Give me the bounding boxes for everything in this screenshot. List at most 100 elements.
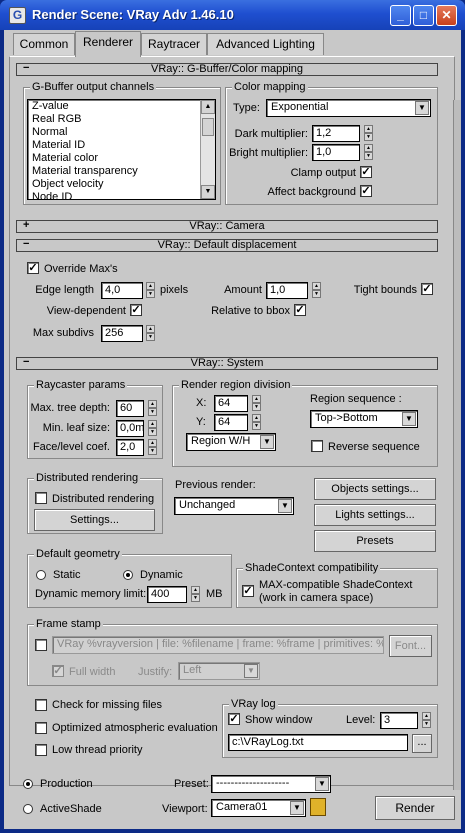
tab-raytracer[interactable]: Raytracer xyxy=(141,33,207,55)
tight-bounds-checkbox[interactable]: ✓ xyxy=(421,283,433,295)
chevron-down-icon[interactable]: ▼ xyxy=(402,412,416,426)
browse-log-button[interactable]: ... xyxy=(412,734,432,753)
max-tree-depth-spinner[interactable]: ▲ ▼ xyxy=(148,400,157,417)
activeshade-label: ActiveShade xyxy=(40,803,102,815)
objects-settings-button[interactable]: Objects settings... xyxy=(314,478,436,500)
clamp-output-checkbox[interactable]: ✓ xyxy=(360,166,372,178)
chevron-down-icon[interactable]: ▼ xyxy=(260,435,274,449)
min-leaf-size-input[interactable]: 0,0m xyxy=(116,420,144,437)
rollout-displacement[interactable]: − VRay:: Default displacement xyxy=(16,239,438,252)
list-item[interactable]: Z-value xyxy=(28,100,215,113)
minimize-button[interactable]: _ xyxy=(390,5,411,26)
face-level-coef-spinner[interactable]: ▲ ▼ xyxy=(148,439,157,456)
low-thread-priority-checkbox[interactable] xyxy=(35,744,47,756)
tab-renderer[interactable]: Renderer xyxy=(75,31,141,57)
render-button[interactable]: Render xyxy=(375,796,455,820)
chevron-down-icon[interactable]: ▼ xyxy=(278,499,292,513)
gbuffer-channel-list[interactable]: Z-value Real RGB Normal Material ID Mate… xyxy=(27,99,216,200)
list-scrollbar[interactable]: ▲ ▼ xyxy=(200,100,215,199)
title-bar[interactable]: G Render Scene: VRay Adv 1.46.10 _ □ ✕ xyxy=(0,0,465,30)
rollout-gbuffer[interactable]: − VRay:: G-Buffer/Color mapping xyxy=(16,63,438,76)
bright-multiplier-input[interactable]: 1,0 xyxy=(312,144,360,161)
panel-scrollbar[interactable] xyxy=(453,100,461,790)
chevron-down-icon[interactable]: ▼ xyxy=(315,777,329,791)
distributed-rendering-checkbox[interactable] xyxy=(35,492,47,504)
scroll-down-icon[interactable]: ▼ xyxy=(201,185,215,199)
rollout-camera[interactable]: + VRay:: Camera xyxy=(16,220,438,233)
bright-multiplier-spinner[interactable]: ▲ ▼ xyxy=(364,144,373,161)
vray-log-title: VRay log xyxy=(229,698,278,710)
scroll-thumb[interactable] xyxy=(202,118,214,136)
lights-settings-button[interactable]: Lights settings... xyxy=(314,504,436,526)
viewport-dropdown[interactable]: Camera01 ▼ xyxy=(211,799,306,817)
list-item[interactable]: Material color xyxy=(28,152,215,165)
font-button[interactable]: Font... xyxy=(389,635,432,657)
distributed-settings-button[interactable]: Settings... xyxy=(34,509,155,531)
list-item[interactable]: Real RGB xyxy=(28,113,215,126)
list-item[interactable]: Material transparency xyxy=(28,165,215,178)
override-max-label: Override Max's xyxy=(44,263,118,275)
log-level-spinner[interactable]: ▲ ▼ xyxy=(422,712,431,729)
show-window-checkbox[interactable]: ✓ xyxy=(228,713,240,725)
region-x-spinner[interactable]: ▲ ▼ xyxy=(252,395,261,412)
region-y-spinner[interactable]: ▲ ▼ xyxy=(252,414,261,431)
close-button[interactable]: ✕ xyxy=(436,5,457,26)
memory-limit-input[interactable]: 400 xyxy=(147,586,187,603)
log-path-input[interactable]: c:\VRayLog.txt xyxy=(228,734,408,751)
frame-stamp-text-input[interactable]: VRay %vrayversion | file: %filename | fr… xyxy=(52,636,384,654)
presets-button[interactable]: Presets xyxy=(314,530,436,552)
affect-background-checkbox[interactable]: ✓ xyxy=(360,185,372,197)
rollout-system[interactable]: − VRay:: System xyxy=(16,357,438,370)
static-radio[interactable] xyxy=(36,570,46,580)
expand-icon: + xyxy=(23,219,30,231)
region-sequence-dropdown[interactable]: Top->Bottom ▼ xyxy=(310,410,418,428)
preset-label: Preset: xyxy=(174,778,209,790)
dynamic-radio[interactable] xyxy=(123,570,133,580)
list-item[interactable]: Material ID xyxy=(28,139,215,152)
edge-length-spinner[interactable]: ▲ ▼ xyxy=(146,282,155,299)
max-subdivs-spinner[interactable]: ▲ ▼ xyxy=(146,325,155,342)
check-missing-files-checkbox[interactable] xyxy=(35,699,47,711)
log-level-input[interactable]: 3 xyxy=(380,712,418,729)
chevron-down-icon[interactable]: ▼ xyxy=(244,664,258,678)
list-item[interactable]: Object velocity xyxy=(28,178,215,191)
reverse-sequence-checkbox[interactable] xyxy=(311,440,323,452)
optimized-atmospheric-checkbox[interactable] xyxy=(35,722,47,734)
max-subdivs-input[interactable]: 256 xyxy=(101,325,143,342)
previous-render-dropdown[interactable]: Unchanged ▼ xyxy=(174,497,294,515)
chevron-down-icon[interactable]: ▼ xyxy=(290,801,304,815)
frame-stamp-checkbox[interactable] xyxy=(35,639,47,651)
edge-length-input[interactable]: 4,0 xyxy=(101,282,143,299)
tab-common[interactable]: Common xyxy=(13,33,75,55)
region-x-input[interactable]: 64 xyxy=(214,395,248,412)
maximize-button[interactable]: □ xyxy=(413,5,434,26)
type-dropdown[interactable]: Exponential ▼ xyxy=(266,99,431,117)
region-mode-dropdown[interactable]: Region W/H ▼ xyxy=(186,433,276,451)
dark-multiplier-spinner[interactable]: ▲ ▼ xyxy=(364,125,373,142)
list-item[interactable]: Normal xyxy=(28,126,215,139)
override-max-checkbox[interactable]: ✓ xyxy=(27,262,39,274)
justify-dropdown[interactable]: Left ▼ xyxy=(178,662,260,680)
full-width-checkbox[interactable]: ✓ xyxy=(52,665,64,677)
preset-dropdown[interactable]: -------------------- ▼ xyxy=(211,775,331,793)
max-tree-depth-input[interactable]: 60 xyxy=(116,400,144,417)
dark-multiplier-input[interactable]: 1,2 xyxy=(312,125,360,142)
view-dependent-checkbox[interactable]: ✓ xyxy=(130,304,142,316)
lock-icon[interactable] xyxy=(310,798,326,816)
region-y-input[interactable]: 64 xyxy=(214,414,248,431)
amount-spinner[interactable]: ▲ ▼ xyxy=(312,282,321,299)
min-leaf-size-spinner[interactable]: ▲ ▼ xyxy=(148,420,157,437)
scroll-up-icon[interactable]: ▲ xyxy=(201,100,215,114)
list-item[interactable]: Node ID xyxy=(28,191,215,199)
chevron-down-icon[interactable]: ▼ xyxy=(415,101,429,115)
activeshade-radio[interactable] xyxy=(23,804,33,814)
face-level-coef-input[interactable]: 2,0 xyxy=(116,439,144,456)
tab-advanced-lighting[interactable]: Advanced Lighting xyxy=(207,33,324,55)
relative-bbox-checkbox[interactable]: ✓ xyxy=(294,304,306,316)
amount-input[interactable]: 1,0 xyxy=(266,282,308,299)
shadecontext-checkbox[interactable]: ✓ xyxy=(242,585,254,597)
region-mode-value: Region W/H xyxy=(191,435,251,447)
max-subdivs-label: Max subdivs xyxy=(32,327,94,339)
production-radio[interactable] xyxy=(23,779,33,789)
memory-limit-spinner[interactable]: ▲ ▼ xyxy=(191,586,200,603)
